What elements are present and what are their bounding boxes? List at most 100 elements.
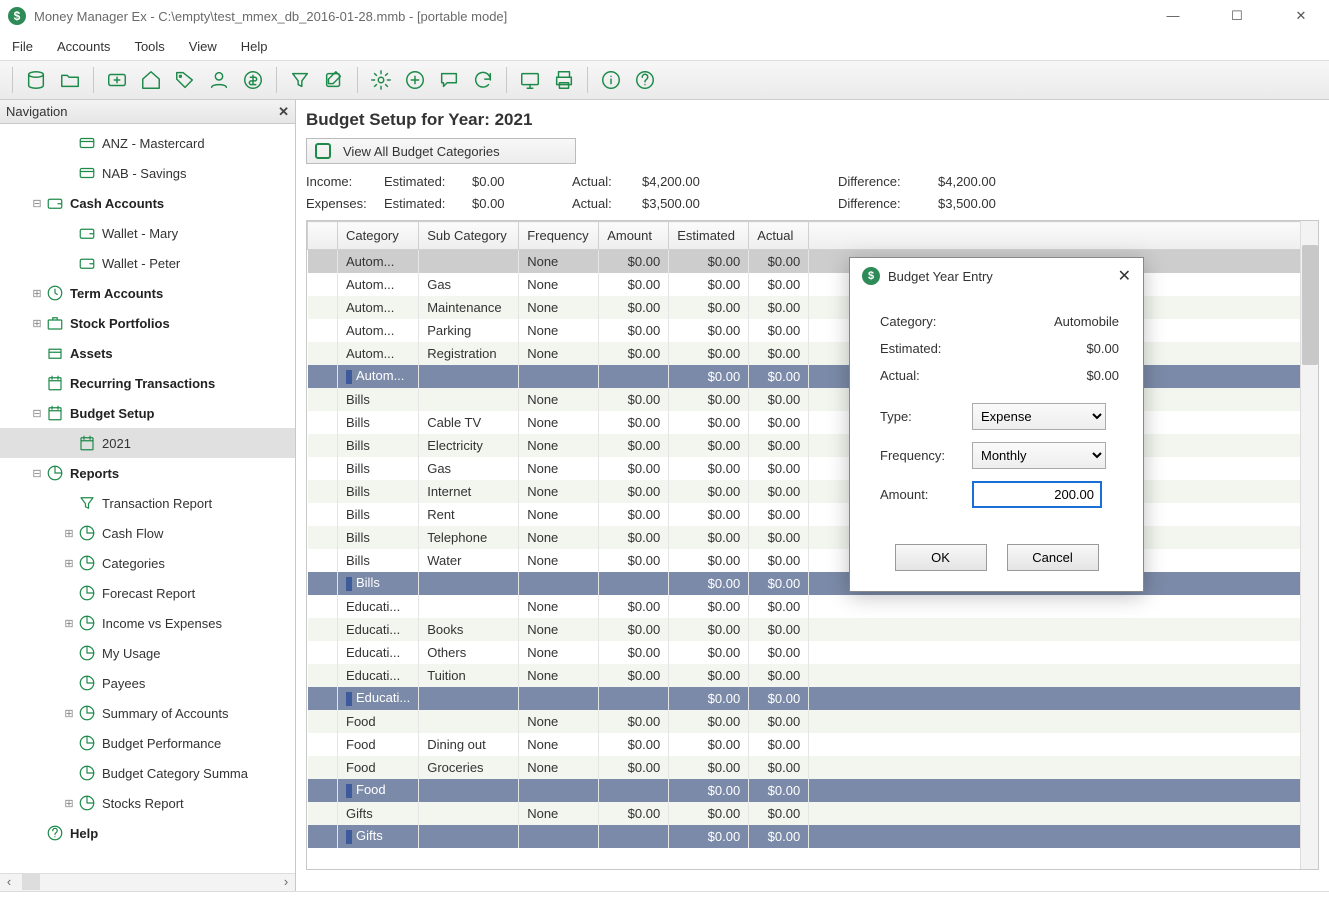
info-icon[interactable] [596, 65, 626, 95]
nav-item-assets[interactable]: Assets [0, 338, 295, 368]
nav-item-nab-savings[interactable]: NAB - Savings [0, 158, 295, 188]
filter-icon[interactable] [285, 65, 315, 95]
monitor-icon[interactable] [515, 65, 545, 95]
table-row[interactable]: Autom...GasNone$0.00$0.00$0.00 [308, 273, 1318, 296]
menu-view[interactable]: View [189, 39, 217, 54]
table-row[interactable]: Educati...$0.00$0.00 [308, 687, 1318, 710]
checkbox-icon[interactable] [315, 143, 331, 159]
nav-item-2021[interactable]: 2021 [0, 428, 295, 458]
nav-item-budget-category-summa[interactable]: Budget Category Summa [0, 758, 295, 788]
table-row[interactable]: FoodDining outNone$0.00$0.00$0.00 [308, 733, 1318, 756]
expand-icon[interactable]: ⊞ [30, 317, 44, 330]
nav-item-my-usage[interactable]: My Usage [0, 638, 295, 668]
expand-icon[interactable]: ⊞ [62, 707, 76, 720]
table-row[interactable]: Autom...$0.00$0.00 [308, 365, 1318, 388]
maximize-button[interactable]: ☐ [1217, 8, 1257, 24]
nav-item-stocks-report[interactable]: ⊞Stocks Report [0, 788, 295, 818]
table-row[interactable]: FoodNone$0.00$0.00$0.00 [308, 710, 1318, 733]
nav-item-recurring-transactions[interactable]: Recurring Transactions [0, 368, 295, 398]
nav-item-cash-accounts[interactable]: ⊟Cash Accounts [0, 188, 295, 218]
expand-icon[interactable]: ⊟ [30, 467, 44, 480]
expand-icon[interactable]: ⊞ [62, 617, 76, 630]
table-row[interactable]: Autom...None$0.00$0.00$0.00 [308, 250, 1318, 273]
edit-icon[interactable] [319, 65, 349, 95]
add-icon[interactable] [400, 65, 430, 95]
nav-item-cash-flow[interactable]: ⊞Cash Flow [0, 518, 295, 548]
menu-help[interactable]: Help [241, 39, 268, 54]
view-all-budget-button[interactable]: View All Budget Categories [306, 138, 576, 164]
nav-item-budget-setup[interactable]: ⊟Budget Setup [0, 398, 295, 428]
dlg-cancel-button[interactable]: Cancel [1007, 544, 1099, 571]
home-icon[interactable] [136, 65, 166, 95]
nav-item-categories[interactable]: ⊞Categories [0, 548, 295, 578]
expand-icon[interactable]: ⊞ [62, 527, 76, 540]
table-row[interactable]: FoodGroceriesNone$0.00$0.00$0.00 [308, 756, 1318, 779]
expand-icon[interactable]: ⊞ [62, 557, 76, 570]
col-header[interactable]: Frequency [519, 222, 599, 250]
table-row[interactable]: Educati...OthersNone$0.00$0.00$0.00 [308, 641, 1318, 664]
settings-icon[interactable] [366, 65, 396, 95]
navigation-close-icon[interactable]: ✕ [278, 104, 289, 120]
table-row[interactable]: BillsNone$0.00$0.00$0.00 [308, 388, 1318, 411]
nav-item-summary-of-accounts[interactable]: ⊞Summary of Accounts [0, 698, 295, 728]
expand-icon[interactable]: ⊞ [30, 287, 44, 300]
table-row[interactable]: Educati...TuitionNone$0.00$0.00$0.00 [308, 664, 1318, 687]
nav-item-budget-performance[interactable]: Budget Performance [0, 728, 295, 758]
currency-icon[interactable] [238, 65, 268, 95]
nav-item-reports[interactable]: ⊟Reports [0, 458, 295, 488]
col-header[interactable] [308, 222, 338, 250]
table-row[interactable]: Autom...RegistrationNone$0.00$0.00$0.00 [308, 342, 1318, 365]
table-row[interactable]: Autom...ParkingNone$0.00$0.00$0.00 [308, 319, 1318, 342]
table-row[interactable]: BillsInternetNone$0.00$0.00$0.00 [308, 480, 1318, 503]
menu-accounts[interactable]: Accounts [57, 39, 110, 54]
print-icon[interactable] [549, 65, 579, 95]
comment-icon[interactable] [434, 65, 464, 95]
tag-icon[interactable] [170, 65, 200, 95]
table-row[interactable]: GiftsNone$0.00$0.00$0.00 [308, 802, 1318, 825]
col-header[interactable]: Category [338, 222, 419, 250]
menu-file[interactable]: File [12, 39, 33, 54]
refresh-icon[interactable] [468, 65, 498, 95]
folder-icon[interactable] [55, 65, 85, 95]
col-header[interactable]: Actual [749, 222, 809, 250]
new-account-icon[interactable] [102, 65, 132, 95]
navigation-tree[interactable]: ANZ - MastercardNAB - Savings⊟Cash Accou… [0, 124, 295, 873]
nav-item-income-vs-expenses[interactable]: ⊞Income vs Expenses [0, 608, 295, 638]
table-row[interactable]: Food$0.00$0.00 [308, 779, 1318, 802]
dialog-titlebar[interactable]: $ Budget Year Entry ✕ [850, 258, 1143, 294]
nav-item-forecast-report[interactable]: Forecast Report [0, 578, 295, 608]
db-icon[interactable] [21, 65, 51, 95]
minimize-button[interactable]: — [1153, 8, 1193, 24]
dlg-amount-input[interactable] [972, 481, 1102, 508]
table-row[interactable]: Educati...BooksNone$0.00$0.00$0.00 [308, 618, 1318, 641]
help-icon[interactable] [630, 65, 660, 95]
grid-vscroll[interactable] [1300, 221, 1318, 869]
col-header[interactable]: Estimated [669, 222, 749, 250]
dlg-ok-button[interactable]: OK [895, 544, 987, 571]
table-row[interactable]: BillsWaterNone$0.00$0.00$0.00 [308, 549, 1318, 572]
table-row[interactable]: Educati...None$0.00$0.00$0.00 [308, 595, 1318, 618]
expand-icon[interactable]: ⊟ [30, 197, 44, 210]
table-row[interactable]: Bills$0.00$0.00 [308, 572, 1318, 595]
user-icon[interactable] [204, 65, 234, 95]
expand-icon[interactable]: ⊟ [30, 407, 44, 420]
nav-item-stock-portfolios[interactable]: ⊞Stock Portfolios [0, 308, 295, 338]
table-row[interactable]: Gifts$0.00$0.00 [308, 825, 1318, 848]
nav-item-wallet-peter[interactable]: Wallet - Peter [0, 248, 295, 278]
dialog-close-icon[interactable]: ✕ [1118, 266, 1131, 286]
close-button[interactable]: ✕ [1281, 8, 1321, 24]
table-row[interactable]: Autom...MaintenanceNone$0.00$0.00$0.00 [308, 296, 1318, 319]
table-row[interactable]: BillsCable TVNone$0.00$0.00$0.00 [308, 411, 1318, 434]
col-header[interactable]: Amount [599, 222, 669, 250]
navigation-hscroll[interactable]: ‹› [0, 873, 295, 891]
table-row[interactable]: BillsTelephoneNone$0.00$0.00$0.00 [308, 526, 1318, 549]
dlg-type-select[interactable]: ExpenseIncome [972, 403, 1106, 430]
table-row[interactable]: BillsRentNone$0.00$0.00$0.00 [308, 503, 1318, 526]
nav-item-anz-mastercard[interactable]: ANZ - Mastercard [0, 128, 295, 158]
nav-item-term-accounts[interactable]: ⊞Term Accounts [0, 278, 295, 308]
col-header[interactable]: Sub Category [419, 222, 519, 250]
dlg-frequency-select[interactable]: NoneWeeklyMonthlyYearly [972, 442, 1106, 469]
nav-item-wallet-mary[interactable]: Wallet - Mary [0, 218, 295, 248]
nav-item-payees[interactable]: Payees [0, 668, 295, 698]
nav-item-help[interactable]: Help [0, 818, 295, 848]
